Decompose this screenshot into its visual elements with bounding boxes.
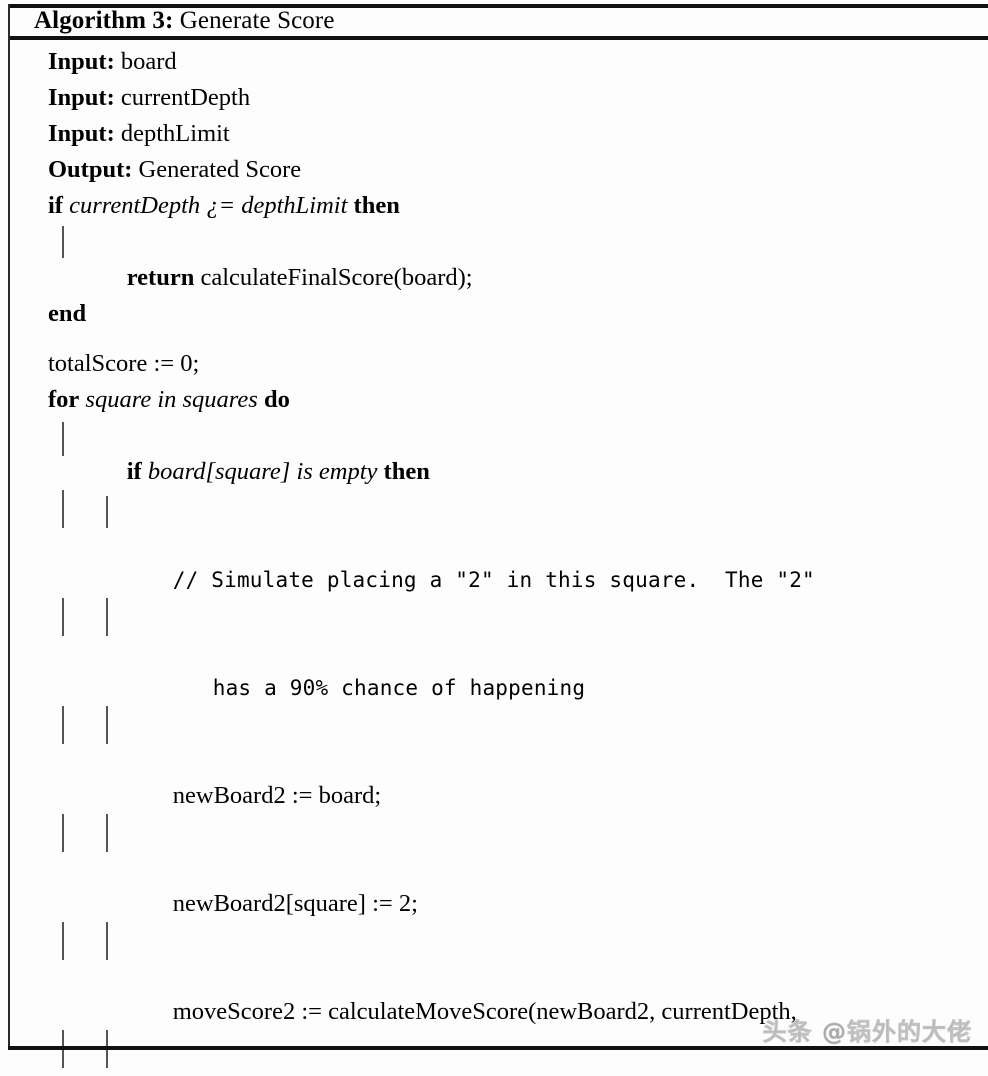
init-statement: totalScore := 0; bbox=[48, 350, 200, 377]
io-line-input-currentdepth: Input: currentDepth bbox=[48, 80, 988, 116]
indent-guide-level-2 bbox=[106, 706, 108, 744]
io-line-output-score: Output: Generated Score bbox=[48, 152, 988, 188]
indent-guide-level-1 bbox=[62, 706, 64, 744]
statement-text: newBoard2[square] := 2; bbox=[172, 890, 418, 917]
then-keyword: then bbox=[383, 458, 430, 485]
io-keyword: Input: bbox=[48, 84, 115, 111]
for-iterator: square in squares bbox=[85, 386, 258, 413]
init-totalscore-line: totalScore := 0; bbox=[48, 346, 988, 382]
if-condition-right: depthLimit bbox=[241, 192, 348, 219]
comment-text: // Simulate placing a "2" in this square… bbox=[172, 568, 815, 592]
io-value: currentDepth bbox=[120, 84, 251, 111]
if-depth-end: end bbox=[48, 296, 988, 332]
indent-guide-level-2 bbox=[106, 598, 108, 636]
algorithm-bottom-rule bbox=[8, 1046, 988, 1050]
if-keyword: if bbox=[126, 458, 142, 485]
if-empty-header: if board[square] is empty then bbox=[48, 418, 988, 490]
then-keyword: then bbox=[353, 192, 400, 219]
for-keyword: for bbox=[48, 386, 80, 413]
algorithm-sheet: Algorithm 3: Generate Score Input: board… bbox=[0, 0, 988, 1076]
algorithm-caption-label: Algorithm 3: bbox=[34, 6, 174, 34]
stmt-newboard2-square: newBoard2[square] := 2; bbox=[48, 814, 988, 922]
do-keyword: do bbox=[263, 386, 290, 413]
indent-guide-level-1 bbox=[62, 922, 64, 960]
algorithm-caption-title: Generate Score bbox=[179, 6, 335, 34]
io-value: depthLimit bbox=[120, 120, 230, 147]
if-depth-return-line: return calculateFinalScore(board); bbox=[48, 224, 988, 296]
io-keyword: Input: bbox=[48, 120, 115, 147]
indent-guide-level-1 bbox=[62, 598, 64, 636]
return-keyword: return bbox=[126, 264, 195, 291]
io-keyword: Output: bbox=[48, 156, 133, 183]
statement-text: newBoard2 := board; bbox=[172, 782, 382, 809]
return-expression: calculateFinalScore(board); bbox=[200, 264, 473, 291]
indent-guide-level-1 bbox=[62, 490, 64, 528]
comment-two-line-1: // Simulate placing a "2" in this square… bbox=[48, 490, 988, 598]
comment-text: has a 90% chance of happening bbox=[212, 676, 586, 700]
indent-guide-level-2 bbox=[106, 496, 108, 528]
watermark: 头条 @锅外的大佬 bbox=[762, 1018, 972, 1047]
algorithm-body: Input: board Input: currentDepth Input: … bbox=[0, 40, 988, 1068]
indent-guide-level-1 bbox=[62, 226, 64, 258]
indent-guide-level-1 bbox=[62, 422, 64, 456]
for-loop-header: for square in squares do bbox=[48, 382, 988, 418]
comparison-operator: ¿= bbox=[206, 192, 236, 219]
end-keyword: end bbox=[48, 300, 87, 327]
indent-guide-level-2 bbox=[106, 814, 108, 852]
stmt-newboard2-assign: newBoard2 := board; bbox=[48, 706, 988, 814]
io-line-input-depthlimit: Input: depthLimit bbox=[48, 116, 988, 152]
statement-text: moveScore2 := calculateMoveScore(newBoar… bbox=[172, 998, 797, 1025]
io-keyword: Input: bbox=[48, 48, 115, 75]
io-value: board bbox=[120, 48, 177, 75]
if-depth-header: if currentDepth ¿= depthLimit then bbox=[48, 188, 988, 224]
indent-guide-level-1 bbox=[62, 814, 64, 852]
indent-guide-level-2 bbox=[106, 922, 108, 960]
if-keyword: if bbox=[48, 192, 63, 219]
algorithm-caption: Algorithm 3: Generate Score bbox=[34, 5, 335, 36]
comment-two-line-2: has a 90% chance of happening bbox=[48, 598, 988, 706]
if-empty-condition: board[square] is empty bbox=[147, 458, 378, 485]
io-line-input-board: Input: board bbox=[48, 44, 988, 80]
if-condition-left: currentDepth bbox=[69, 192, 201, 219]
io-value: Generated Score bbox=[138, 156, 302, 183]
